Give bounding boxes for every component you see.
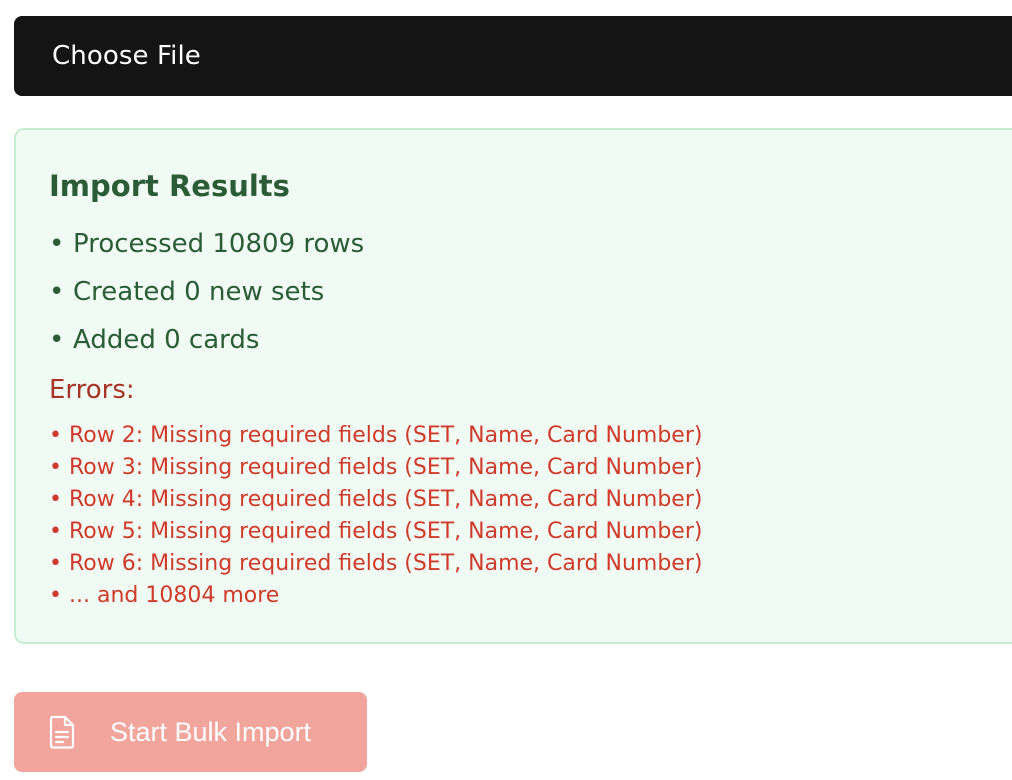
error-item: • Row 3: Missing required fields (SET, Na… <box>49 452 702 484</box>
import-results-title: Import Results <box>49 169 290 203</box>
error-text: ... and 10804 more <box>69 583 280 608</box>
error-text: Row 5: Missing required fields (SET, Nam… <box>69 519 703 544</box>
document-icon <box>47 715 77 749</box>
summary-text: Added 0 cards <box>73 325 260 355</box>
start-bulk-import-label: Start Bulk Import <box>110 716 312 747</box>
summary-item-processed: • Processed 10809 rows <box>49 228 364 276</box>
errors-heading: Errors: <box>49 375 135 405</box>
error-text: Row 2: Missing required fields (SET, Nam… <box>69 423 703 448</box>
bullet-icon: • <box>49 487 62 512</box>
summary-item-created: • Created 0 new sets <box>49 276 364 324</box>
import-results-panel: Import Results • Processed 10809 rows • … <box>14 128 1012 644</box>
bullet-icon: • <box>49 277 65 307</box>
summary-text: Processed 10809 rows <box>73 229 365 259</box>
bullet-icon: • <box>49 583 62 608</box>
bullet-icon: • <box>49 325 65 355</box>
bullet-icon: • <box>49 551 62 576</box>
bullet-icon: • <box>49 519 62 544</box>
summary-list: • Processed 10809 rows • Created 0 new s… <box>49 228 364 372</box>
bullet-icon: • <box>49 423 62 448</box>
error-item: • Row 2: Missing required fields (SET, Na… <box>49 420 702 452</box>
error-item: • Row 4: Missing required fields (SET, Na… <box>49 484 702 516</box>
summary-text: Created 0 new sets <box>73 277 325 307</box>
choose-file-label: Choose File <box>52 41 201 71</box>
error-item-more: • ... and 10804 more <box>49 580 702 612</box>
error-text: Row 6: Missing required fields (SET, Nam… <box>69 551 703 576</box>
error-text: Row 4: Missing required fields (SET, Nam… <box>69 487 703 512</box>
error-text: Row 3: Missing required fields (SET, Nam… <box>69 455 703 480</box>
bullet-icon: • <box>49 455 62 480</box>
error-item: • Row 6: Missing required fields (SET, Na… <box>49 548 702 580</box>
choose-file-button[interactable]: Choose File <box>14 16 1012 96</box>
start-bulk-import-button[interactable]: Start Bulk Import <box>14 692 367 772</box>
summary-item-added: • Added 0 cards <box>49 324 364 372</box>
error-list: • Row 2: Missing required fields (SET, Na… <box>49 420 702 612</box>
bullet-icon: • <box>49 229 65 259</box>
error-item: • Row 5: Missing required fields (SET, Na… <box>49 516 702 548</box>
